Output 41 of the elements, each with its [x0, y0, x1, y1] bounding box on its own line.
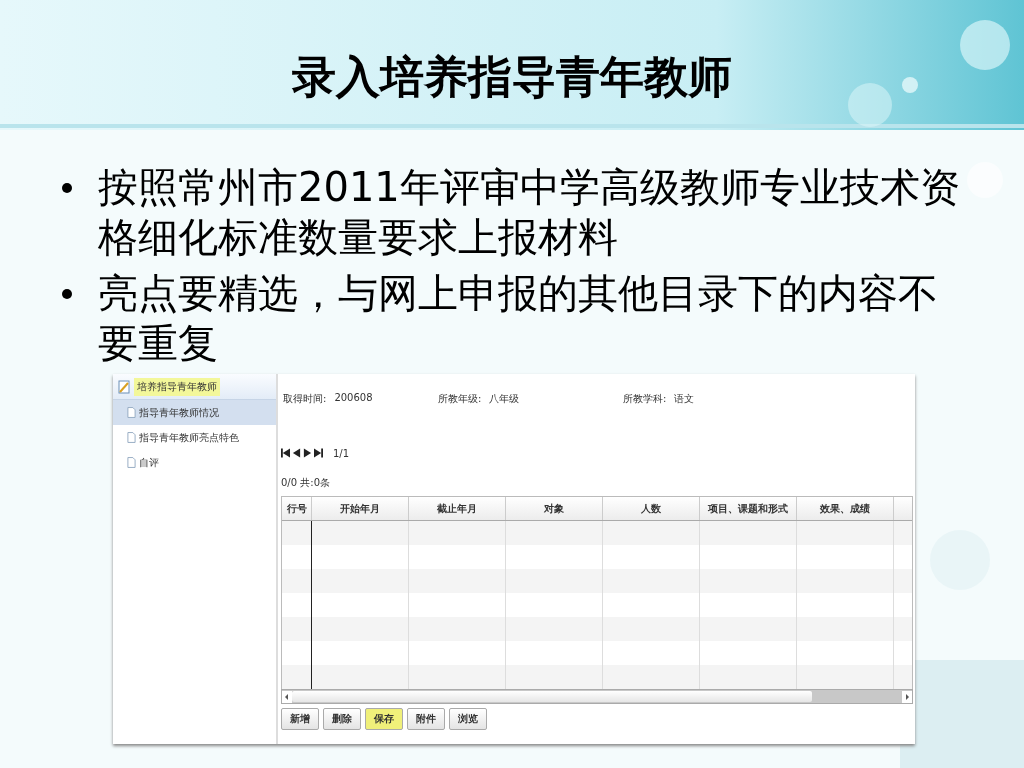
last-page-icon[interactable] — [314, 448, 323, 458]
column-header[interactable]: 行号 — [282, 497, 312, 520]
field-value: 语文 — [674, 392, 695, 406]
toolbar-button[interactable]: 新增 — [281, 708, 319, 730]
toolbar-button[interactable]: 附件 — [407, 708, 445, 730]
bullet-icon — [62, 289, 72, 299]
record-count: 0/0 共:0条 — [281, 476, 331, 490]
first-page-icon[interactable] — [281, 448, 290, 458]
toolbar-button[interactable]: 浏览 — [449, 708, 487, 730]
sidebar-header-label: 培养指导青年教师 — [134, 377, 220, 396]
sidebar-header[interactable]: 培养指导青年教师 — [113, 374, 276, 400]
column-header[interactable]: 效果、成绩 — [797, 497, 894, 520]
column-header[interactable]: 人数 — [603, 497, 700, 520]
scroll-left-icon[interactable] — [282, 690, 292, 703]
column-header[interactable]: 开始年月 — [312, 497, 409, 520]
sidebar-item[interactable]: 自评 — [113, 450, 276, 475]
next-page-icon[interactable] — [303, 448, 312, 458]
page-indicator: 1/1 — [333, 447, 350, 459]
bullet-text: 亮点要精选，与网上申报的其他目录下的内容不要重复 — [98, 269, 939, 368]
sidebar-item[interactable]: 指导青年教师情况 — [113, 400, 276, 425]
toolbar-button[interactable]: 保存 — [365, 708, 403, 730]
field-value: 200608 — [334, 392, 373, 405]
toolbar-button[interactable]: 删除 — [323, 708, 361, 730]
column-header[interactable]: 截止年月 — [409, 497, 506, 520]
scroll-right-icon[interactable] — [902, 690, 912, 703]
document-icon — [127, 407, 136, 418]
document-icon — [127, 457, 136, 468]
field-label: 取得时间: — [283, 392, 327, 406]
previous-page-icon[interactable] — [292, 448, 301, 458]
document-icon — [127, 432, 136, 443]
notepad-icon — [117, 379, 131, 394]
bullet-text: 按照常州市2011年评审中学高级教师专业技术资格细化标准数量要求上报材料 — [98, 163, 961, 262]
slide-title: 录入培养指导青年教师 — [291, 50, 733, 104]
field-label: 所教学科: — [623, 392, 667, 406]
field-value: 八年级 — [489, 392, 520, 406]
sidebar-item[interactable]: 指导青年教师亮点特色 — [113, 425, 276, 450]
column-header[interactable]: 对象 — [506, 497, 603, 520]
horizontal-scrollbar[interactable] — [281, 689, 913, 704]
field-label: 所教年级: — [438, 392, 482, 406]
column-header[interactable]: 项目、课题和形式 — [700, 497, 797, 520]
bullet-icon — [62, 183, 72, 193]
